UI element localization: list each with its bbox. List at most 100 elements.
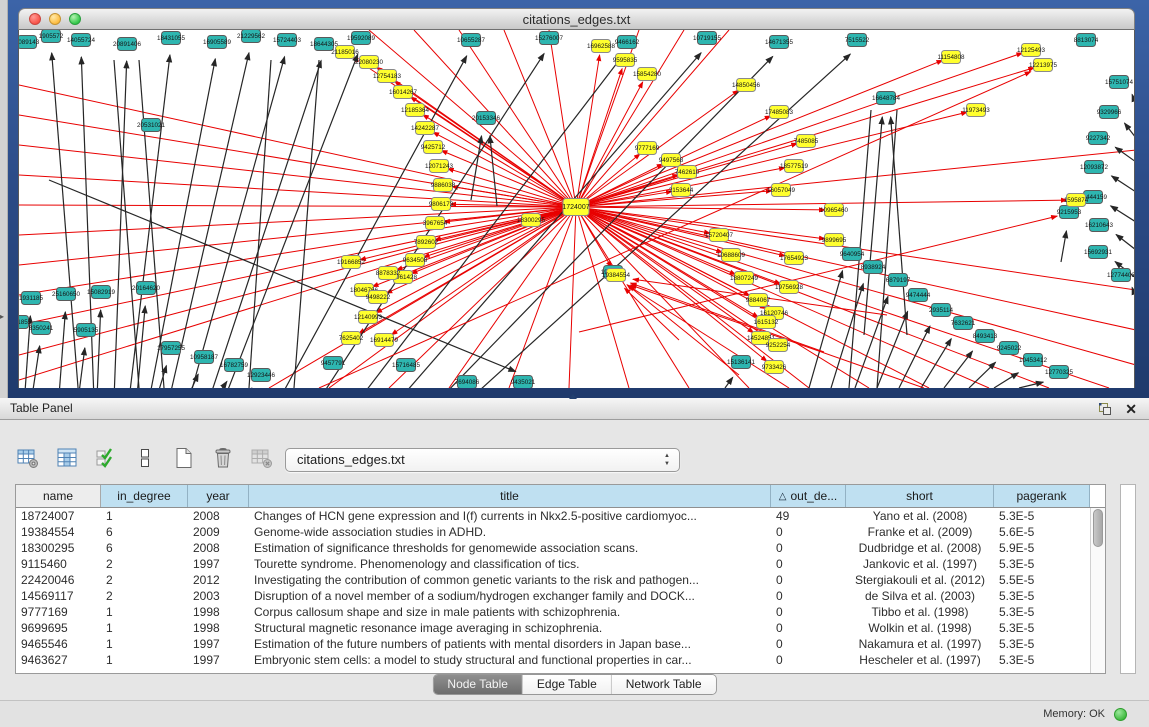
column-header-title[interactable]: title — [249, 485, 771, 507]
table-cell[interactable]: 0 — [771, 524, 846, 540]
table-cell[interactable]: Franke et al. (2009) — [846, 524, 994, 540]
table-cell[interactable]: 22420046 — [16, 572, 101, 588]
table-cell[interactable]: 14569117 — [16, 588, 101, 604]
table-cell[interactable]: 5.3E-5 — [994, 588, 1090, 604]
table-cell[interactable]: Tourette syndrome. Phenomenology and cla… — [249, 556, 771, 572]
table-row[interactable]: 911546021997Tourette syndrome. Phenomeno… — [16, 556, 1105, 572]
table-cell[interactable]: 2009 — [188, 524, 249, 540]
table-cell[interactable]: Disruption of a novel member of a sodium… — [249, 588, 771, 604]
panel-splitter-grip[interactable] — [566, 394, 580, 400]
table-row[interactable]: 946362711997Embryonic stem cells: a mode… — [16, 652, 1105, 668]
table-cell[interactable]: 5.3E-5 — [994, 508, 1090, 524]
create-column-icon[interactable] — [170, 444, 198, 472]
table-options-icon[interactable] — [14, 444, 42, 472]
table-cell[interactable]: 0 — [771, 540, 846, 556]
column-header-pagerank[interactable]: pagerank — [994, 485, 1090, 507]
table-cell[interactable]: 1998 — [188, 620, 249, 636]
table-row[interactable]: 1456911722003Disruption of a novel membe… — [16, 588, 1105, 604]
table-cell[interactable]: 9777169 — [16, 604, 101, 620]
table-cell[interactable]: 49 — [771, 508, 846, 524]
table-cell[interactable]: 0 — [771, 652, 846, 668]
table-cell[interactable]: 2 — [101, 572, 188, 588]
tab-node-table[interactable]: Node Table — [433, 675, 523, 694]
table-cell[interactable]: 0 — [771, 636, 846, 652]
table-cell[interactable]: 18724007 — [16, 508, 101, 524]
tab-network-table[interactable]: Network Table — [612, 675, 716, 694]
column-header-name[interactable]: name — [16, 485, 101, 507]
column-header-in-degree[interactable]: in_degree — [101, 485, 188, 507]
table-cell[interactable]: de Silva et al. (2003) — [846, 588, 994, 604]
table-row[interactable]: 977716911998Corpus callosum shape and si… — [16, 604, 1105, 620]
table-cell[interactable]: 1 — [101, 508, 188, 524]
show-hide-columns-icon[interactable] — [53, 444, 81, 472]
table-cell[interactable]: Stergiakouli et al. (2012) — [846, 572, 994, 588]
table-cell[interactable]: 1 — [101, 652, 188, 668]
table-scrollbar[interactable] — [1090, 508, 1105, 673]
table-cell[interactable]: Investigating the contribution of common… — [249, 572, 771, 588]
table-cell[interactable]: 1997 — [188, 636, 249, 652]
table-row[interactable]: 1872400712008Changes of HCN gene express… — [16, 508, 1105, 524]
row-layout-icon[interactable] — [131, 444, 159, 472]
table-cell[interactable]: 18300295 — [16, 540, 101, 556]
table-cell[interactable]: Tibbo et al. (1998) — [846, 604, 994, 620]
table-cell[interactable]: Yano et al. (2008) — [846, 508, 994, 524]
table-cell[interactable]: 1997 — [188, 556, 249, 572]
table-row[interactable]: 969969511998Structural magnetic resonanc… — [16, 620, 1105, 636]
table-cell[interactable]: 9699695 — [16, 620, 101, 636]
table-cell[interactable]: 19384554 — [16, 524, 101, 540]
table-cell[interactable]: 2008 — [188, 540, 249, 556]
table-cell[interactable]: 1997 — [188, 652, 249, 668]
scrollbar-thumb[interactable] — [1093, 509, 1103, 547]
table-cell[interactable]: 0 — [771, 604, 846, 620]
close-panel-icon[interactable]: ✕ — [1125, 399, 1137, 419]
table-cell[interactable]: 2 — [101, 588, 188, 604]
table-cell[interactable]: Hescheler et al. (1997) — [846, 652, 994, 668]
table-cell[interactable]: 5.3E-5 — [994, 604, 1090, 620]
table-cell[interactable]: 0 — [771, 620, 846, 636]
table-cell[interactable]: 2003 — [188, 588, 249, 604]
table-cell[interactable]: Estimation of the future numbers of pati… — [249, 636, 771, 652]
table-cell[interactable]: 5.3E-5 — [994, 556, 1090, 572]
table-cell[interactable]: 9115460 — [16, 556, 101, 572]
window-titlebar[interactable]: citations_edges.txt — [18, 8, 1135, 30]
delete-table-icon[interactable] — [248, 444, 276, 472]
table-cell[interactable]: 1 — [101, 604, 188, 620]
column-header-year[interactable]: year — [188, 485, 249, 507]
table-cell[interactable]: 2 — [101, 556, 188, 572]
table-cell[interactable]: Dudbridge et al. (2008) — [846, 540, 994, 556]
table-cell[interactable]: 6 — [101, 540, 188, 556]
table-cell[interactable]: Embryonic stem cells: a model to study s… — [249, 652, 771, 668]
column-header-short[interactable]: short — [846, 485, 994, 507]
network-canvas[interactable]: 2089143190557214055724208914061843105516… — [18, 30, 1135, 388]
column-header-out-de-[interactable]: △out_de... — [771, 485, 846, 507]
table-cell[interactable]: Jankovic et al. (1997) — [846, 556, 994, 572]
table-cell[interactable]: 2012 — [188, 572, 249, 588]
table-cell[interactable]: 5.5E-5 — [994, 572, 1090, 588]
side-panel-strip[interactable]: ▸ — [0, 0, 8, 398]
table-cell[interactable]: Genome-wide association studies in ADHD. — [249, 524, 771, 540]
float-panel-icon[interactable] — [1097, 401, 1113, 417]
table-cell[interactable]: 6 — [101, 524, 188, 540]
table-cell[interactable]: 0 — [771, 588, 846, 604]
table-cell[interactable]: 5.6E-5 — [994, 524, 1090, 540]
collapse-arrow-icon[interactable]: ▸ — [0, 312, 4, 321]
table-cell[interactable]: Structural magnetic resonance image aver… — [249, 620, 771, 636]
table-cell[interactable]: 5.3E-5 — [994, 620, 1090, 636]
table-row[interactable]: 1830029562008Estimation of significance … — [16, 540, 1105, 556]
table-cell[interactable]: 2008 — [188, 508, 249, 524]
table-cell[interactable]: 5.3E-5 — [994, 652, 1090, 668]
delete-column-icon[interactable] — [209, 444, 237, 472]
table-cell[interactable]: 5.3E-5 — [994, 636, 1090, 652]
table-cell[interactable]: 9465546 — [16, 636, 101, 652]
table-cell[interactable]: 1 — [101, 636, 188, 652]
table-cell[interactable]: 5.9E-5 — [994, 540, 1090, 556]
table-cell[interactable]: 9463627 — [16, 652, 101, 668]
table-selector-dropdown[interactable]: citations_edges.txt ▲▼ — [285, 448, 680, 472]
table-cell[interactable]: 1998 — [188, 604, 249, 620]
table-cell[interactable]: Nakamura et al. (1997) — [846, 636, 994, 652]
table-cell[interactable]: 0 — [771, 572, 846, 588]
table-cell[interactable]: Changes of HCN gene expression and I(f) … — [249, 508, 771, 524]
table-cell[interactable]: 0 — [771, 556, 846, 572]
table-cell[interactable]: Corpus callosum shape and size in male p… — [249, 604, 771, 620]
select-columns-icon[interactable] — [92, 444, 120, 472]
